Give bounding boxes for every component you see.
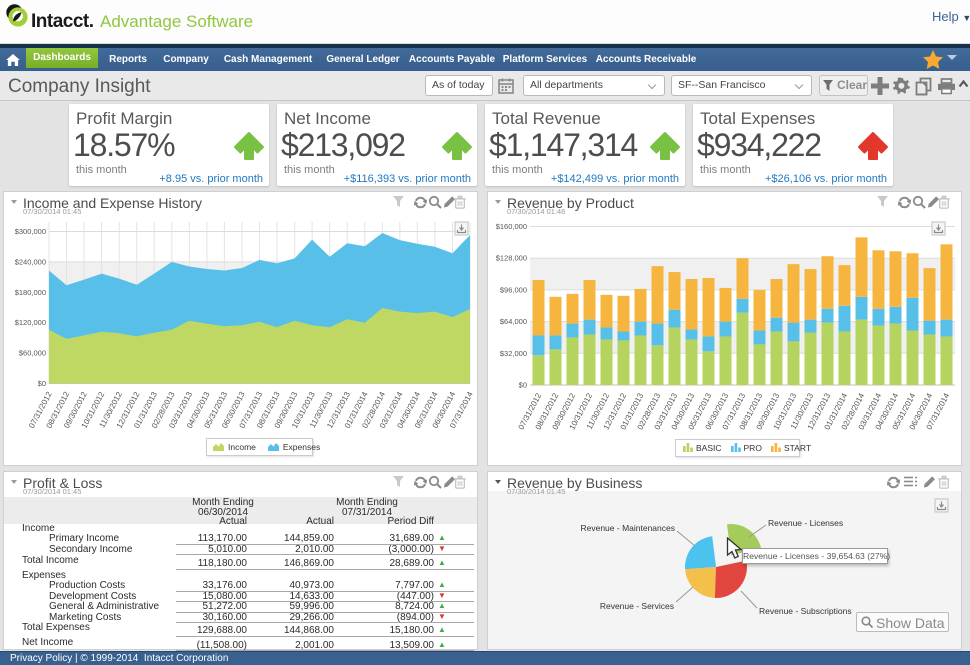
svg-text:$0: $0	[38, 379, 46, 388]
svg-text:$180,000: $180,000	[15, 288, 46, 297]
svg-text:$120,000: $120,000	[15, 318, 46, 327]
svg-text:$160,000: $160,000	[496, 222, 527, 231]
svg-text:$32,000: $32,000	[500, 349, 527, 358]
svg-text:Revenue - Services: Revenue - Services	[600, 601, 674, 611]
svg-text:$64,000: $64,000	[500, 317, 527, 326]
svg-text:$96,000: $96,000	[500, 285, 527, 294]
svg-text:$0: $0	[519, 381, 527, 390]
svg-text:Revenue - Licenses: Revenue - Licenses	[768, 518, 843, 528]
svg-text:$300,000: $300,000	[15, 227, 46, 236]
svg-text:$60,000: $60,000	[19, 349, 46, 358]
svg-text:Revenue - Subscriptions: Revenue - Subscriptions	[759, 606, 852, 616]
svg-text:$240,000: $240,000	[15, 257, 46, 266]
svg-text:Revenue - Maintenances: Revenue - Maintenances	[580, 523, 675, 533]
svg-text:$128,000: $128,000	[496, 254, 527, 263]
